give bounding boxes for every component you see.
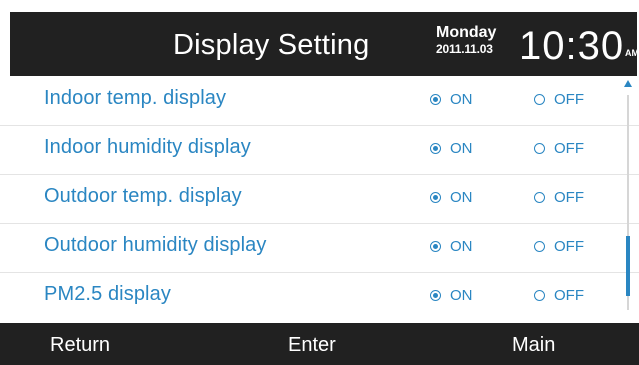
off-label: OFF (554, 238, 584, 255)
on-label: ON (450, 238, 473, 255)
radio-selected-icon (430, 143, 441, 154)
radio-unselected-icon (534, 192, 545, 203)
on-option[interactable]: ON (430, 91, 473, 108)
on-label: ON (450, 287, 473, 304)
setting-label: Outdoor humidity display (44, 234, 267, 256)
on-label: ON (450, 91, 473, 108)
on-option[interactable]: ON (430, 238, 473, 255)
display-setting-screen: Display Setting Monday 2011.11.03 10:30 … (0, 0, 639, 365)
clock-time: 10:30 (519, 24, 625, 68)
off-label: OFF (554, 287, 584, 304)
setting-label: Indoor temp. display (44, 87, 227, 109)
enter-button[interactable]: Enter (288, 334, 336, 357)
page-title: Display Setting (173, 29, 370, 61)
scrollbar[interactable] (623, 80, 633, 310)
am-pm-indicator: AM (625, 48, 639, 58)
radio-unselected-icon (534, 290, 545, 301)
setting-row-pm25: PM2.5 display ON OFF (0, 272, 639, 321)
on-label: ON (450, 189, 473, 206)
settings-list: Indoor temp. display ON OFF Indoor humid… (0, 76, 639, 322)
off-option[interactable]: OFF (534, 287, 584, 304)
day-label: Monday (436, 24, 497, 41)
setting-row-outdoor-humidity: Outdoor humidity display ON OFF (0, 223, 639, 273)
radio-selected-icon (430, 241, 441, 252)
setting-row-indoor-temp: Indoor temp. display ON OFF (0, 76, 639, 126)
setting-label: Indoor humidity display (44, 136, 251, 158)
on-option[interactable]: ON (430, 287, 473, 304)
footer-bar: Return Enter Main (0, 323, 639, 365)
off-option[interactable]: OFF (534, 91, 584, 108)
on-option[interactable]: ON (430, 140, 473, 157)
up-arrow-icon[interactable] (624, 80, 632, 87)
on-option[interactable]: ON (430, 189, 473, 206)
setting-row-outdoor-temp: Outdoor temp. display ON OFF (0, 174, 639, 224)
return-button[interactable]: Return (50, 334, 110, 357)
radio-selected-icon (430, 290, 441, 301)
radio-selected-icon (430, 94, 441, 105)
date-label: 2011.11.03 (436, 42, 493, 56)
radio-unselected-icon (534, 143, 545, 154)
off-option[interactable]: OFF (534, 189, 584, 206)
radio-selected-icon (430, 192, 441, 203)
radio-unselected-icon (534, 241, 545, 252)
off-label: OFF (554, 189, 584, 206)
main-button[interactable]: Main (512, 334, 555, 357)
setting-label: PM2.5 display (44, 283, 171, 305)
header-bar: Display Setting Monday 2011.11.03 10:30 … (10, 12, 639, 76)
off-option[interactable]: OFF (534, 140, 584, 157)
setting-row-indoor-humidity: Indoor humidity display ON OFF (0, 125, 639, 175)
scroll-thumb[interactable] (626, 236, 630, 296)
setting-label: Outdoor temp. display (44, 185, 242, 207)
off-label: OFF (554, 140, 584, 157)
on-label: ON (450, 140, 473, 157)
radio-unselected-icon (534, 94, 545, 105)
off-option[interactable]: OFF (534, 238, 584, 255)
off-label: OFF (554, 91, 584, 108)
